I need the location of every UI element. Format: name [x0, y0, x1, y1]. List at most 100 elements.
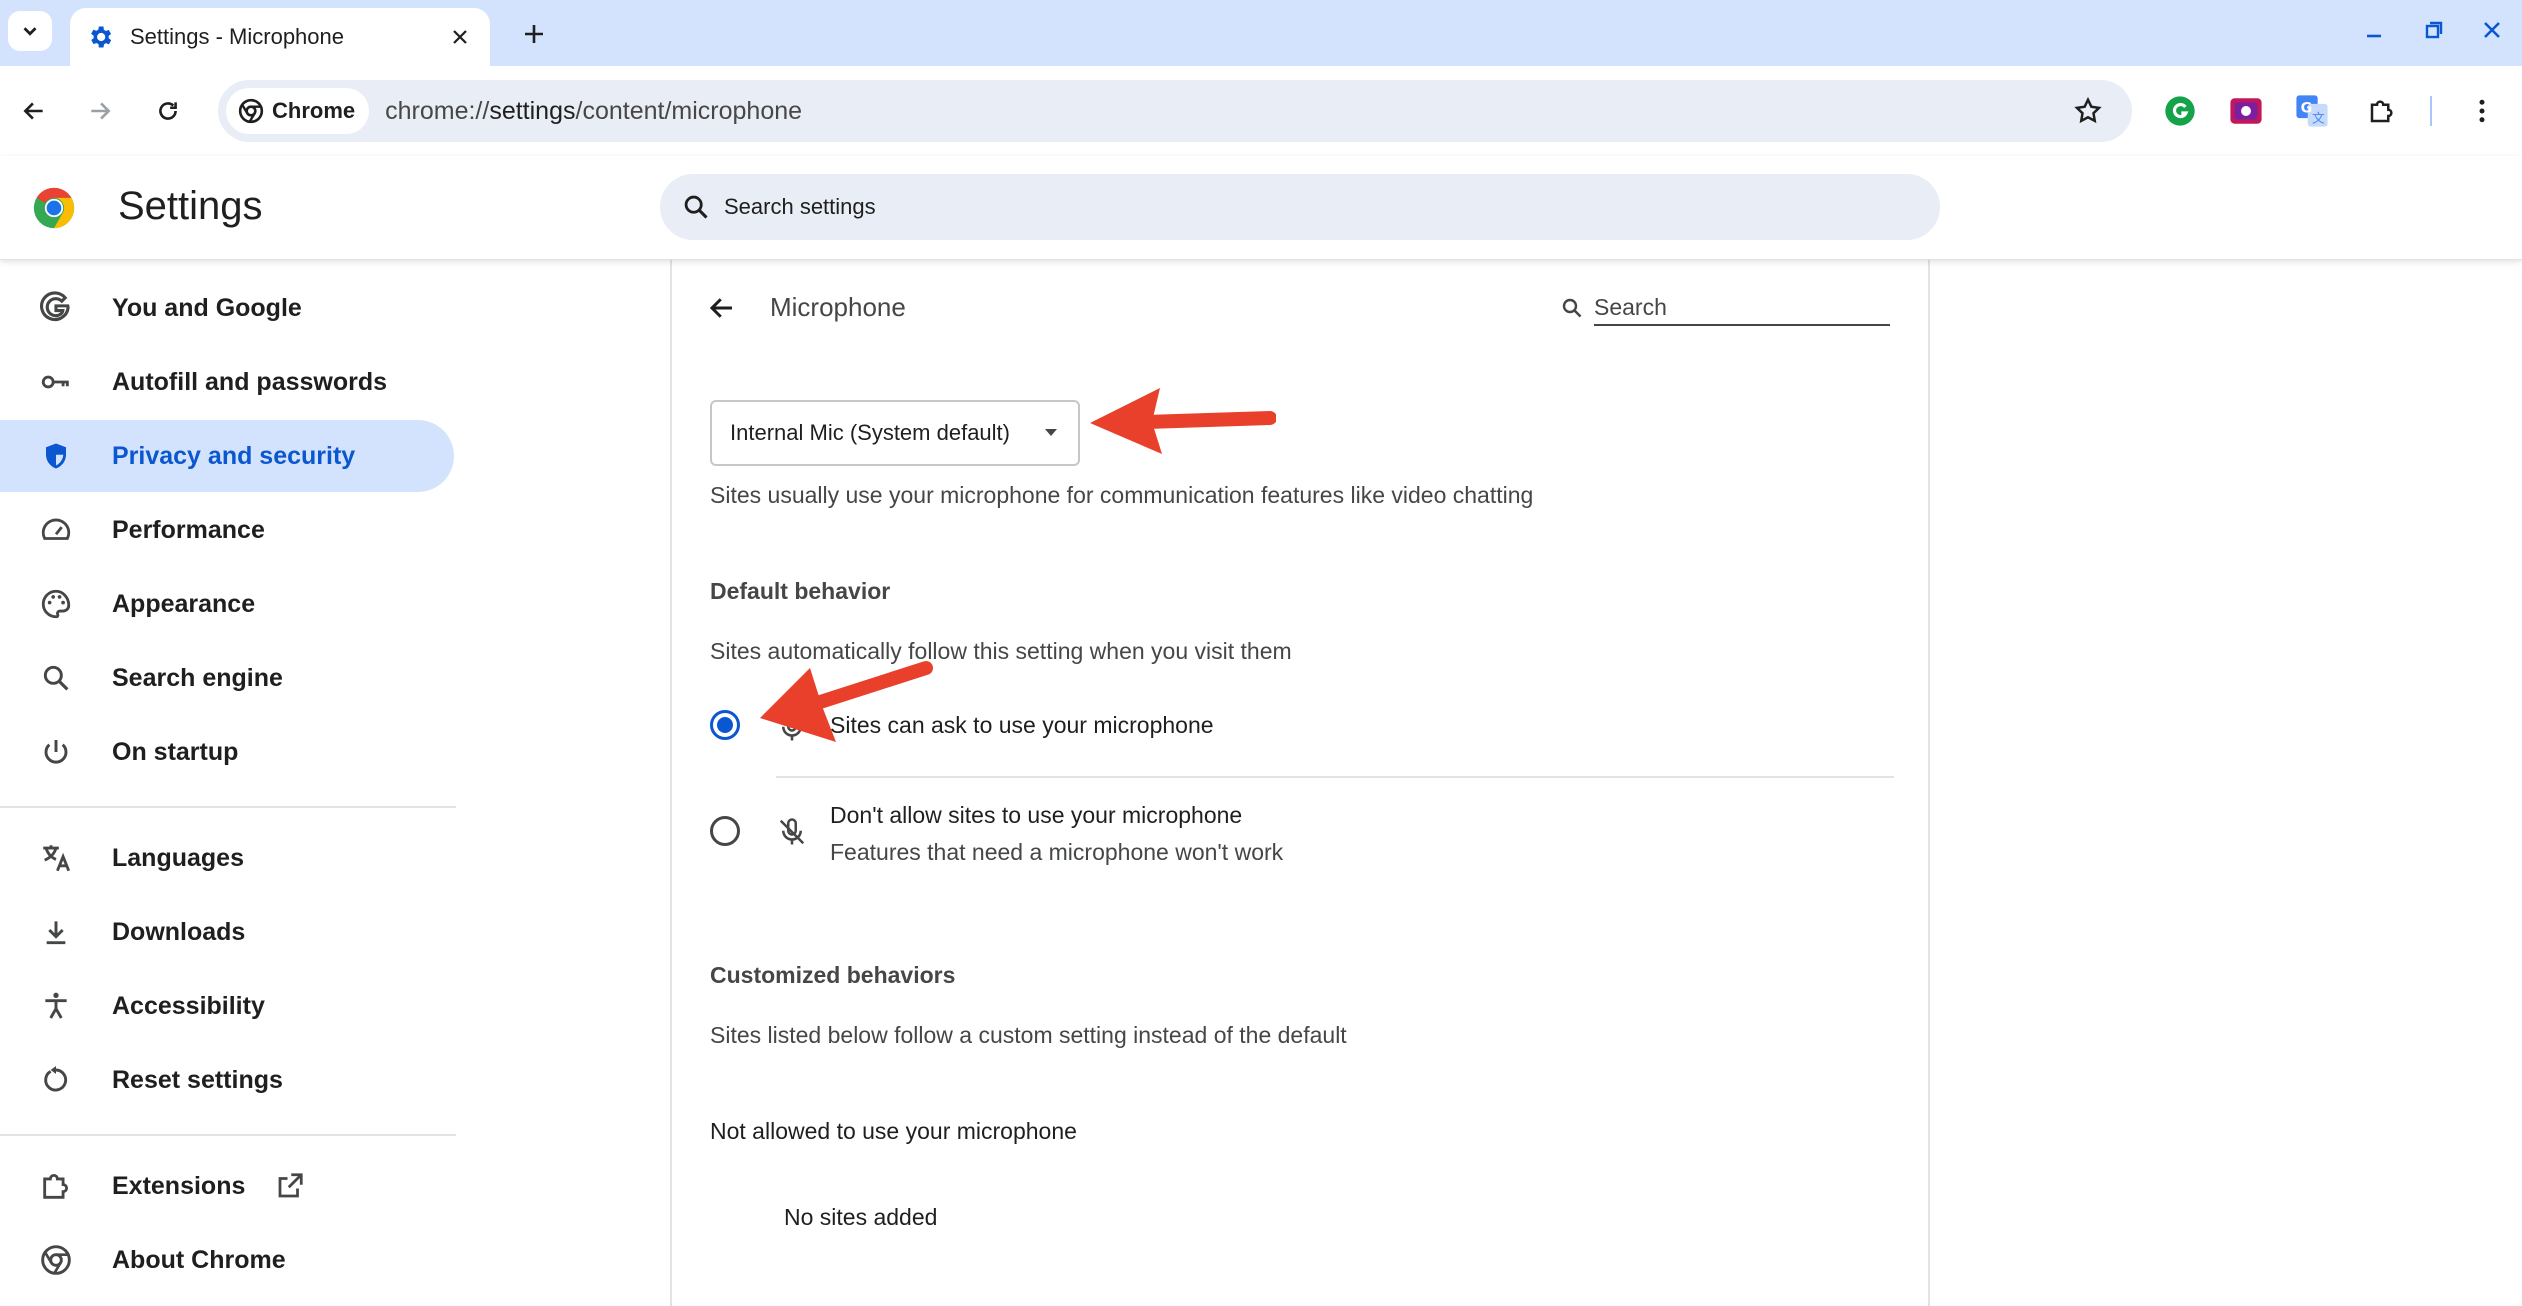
sidebar-item-extensions[interactable]: Extensions [0, 1150, 454, 1222]
sidebar-item-you-and-google[interactable]: You and Google [0, 272, 454, 344]
page-title: Microphone [770, 292, 906, 322]
sidebar-item-label: Languages [112, 843, 244, 872]
sidebar-item-reset-settings[interactable]: Reset settings [0, 1044, 454, 1116]
reload-icon [159, 102, 177, 120]
radio-allow-ask[interactable] [710, 710, 740, 740]
extensions-menu-button[interactable] [2362, 91, 2402, 131]
search-settings-box[interactable] [660, 174, 1940, 240]
sidebar-item-search-engine[interactable]: Search engine [0, 642, 454, 714]
sidebar-item-label: Extensions [112, 1171, 246, 1200]
sidebar-item-accessibility[interactable]: Accessibility [0, 970, 454, 1042]
tab-search-button[interactable] [8, 11, 52, 51]
back-button[interactable] [14, 91, 54, 131]
arrow-left-icon [23, 102, 43, 120]
close-icon [453, 30, 467, 44]
extensions-icon [36, 1166, 76, 1206]
sidebar-item-privacy[interactable]: Privacy and security [0, 420, 454, 492]
sidebar-item-label: Autofill and passwords [112, 367, 388, 396]
tab-title: Settings - Microphone [130, 24, 344, 49]
customized-behaviors-heading: Customized behaviors [710, 962, 956, 988]
gear-icon [91, 26, 112, 48]
reset-icon [36, 1060, 76, 1100]
option-divider [776, 776, 1894, 778]
google-translate-extension[interactable]: G文 [2292, 91, 2332, 131]
sidebar-item-label: About Chrome [112, 1245, 286, 1274]
annotation-arrow-dropdown [1090, 388, 1276, 454]
search-settings-input[interactable] [724, 194, 1824, 220]
sidebar-item-label: Performance [112, 515, 265, 544]
accessibility-icon [36, 986, 76, 1026]
option-block[interactable]: Don't allow sites to use your microphone… [710, 802, 1890, 866]
url-host: settings [489, 96, 576, 125]
forward-button[interactable] [80, 91, 120, 131]
sidebar-divider [0, 806, 456, 808]
chevron-down-icon [23, 27, 37, 36]
sidebar-item-label: Downloads [112, 917, 246, 946]
screen-recorder-icon [2230, 98, 2262, 124]
url-text[interactable]: chrome://settings/content/microphone [385, 97, 2068, 126]
option-sublabel: Features that need a microphone won't wo… [830, 839, 1284, 865]
chrome-icon [238, 98, 264, 124]
search-icon [1562, 298, 1582, 318]
sidebar-item-label: You and Google [112, 293, 302, 322]
extensions-puzzle-icon [2370, 100, 2393, 123]
search-icon [36, 658, 76, 698]
settings-title: Settings [118, 184, 263, 228]
sidebar-item-languages[interactable]: Languages [0, 822, 454, 894]
active-tab[interactable]: Settings - Microphone [70, 8, 490, 66]
google-translate-icon: G文 [2296, 95, 2328, 127]
reload-button[interactable] [148, 91, 188, 131]
chrome-menu-button[interactable] [2462, 91, 2502, 131]
more-vertical-icon [2479, 99, 2485, 123]
google-g-icon [36, 288, 76, 328]
svg-text:G: G [2301, 100, 2313, 116]
restore-icon [2425, 21, 2443, 39]
settings-header: Settings [0, 156, 2522, 260]
screen-recorder-extension[interactable] [2226, 91, 2266, 131]
site-search[interactable]: Search [1560, 286, 1896, 330]
key-icon [36, 362, 76, 402]
caret-down-icon [1045, 429, 1057, 436]
sidebar-item-on-startup[interactable]: On startup [0, 716, 454, 788]
url-path: /content/microphone [575, 96, 803, 125]
new-tab-button[interactable] [514, 14, 554, 54]
sidebar-item-autofill[interactable]: Autofill and passwords [0, 346, 454, 418]
site-info-chip[interactable]: Chrome [226, 88, 370, 134]
speedometer-icon [36, 510, 76, 550]
customized-behaviors-description: Sites listed below follow a custom setti… [710, 1022, 1347, 1048]
translate-icon [36, 838, 76, 878]
close-window-button[interactable] [2472, 12, 2512, 48]
back-to-site-settings-button[interactable] [700, 286, 744, 330]
arrow-left-icon [709, 298, 732, 318]
star-icon [2074, 96, 2102, 124]
address-bar[interactable]: Chrome chrome://settings/content/microph… [218, 80, 2132, 142]
sidebar-item-about-chrome[interactable]: About Chrome [0, 1224, 454, 1296]
settings-sidebar: You and Google Autofill and passwords Pr… [0, 260, 460, 1306]
restore-button[interactable] [2414, 12, 2454, 48]
open-in-new-icon [279, 1173, 303, 1198]
chrome-icon [36, 1240, 76, 1280]
device-description: Sites usually use your microphone for co… [710, 482, 1534, 508]
microphone-off-icon [774, 814, 810, 850]
not-allowed-heading: Not allowed to use your microphone [710, 1118, 1077, 1144]
site-search-input[interactable]: Search [1594, 290, 1890, 326]
radio-block[interactable] [710, 816, 740, 846]
arrow-right-icon [91, 102, 111, 120]
microphone-settings-card: Microphone Search Internal Mic (System d… [670, 260, 1930, 1306]
grammarly-extension[interactable] [2160, 91, 2200, 131]
sidebar-item-appearance[interactable]: Appearance [0, 568, 454, 640]
sidebar-item-downloads[interactable]: Downloads [0, 896, 454, 968]
bookmark-star-button[interactable] [2068, 91, 2108, 131]
minimize-icon [2367, 34, 2381, 38]
svg-text:文: 文 [2312, 111, 2325, 126]
tab-close-button[interactable] [446, 23, 474, 51]
option-label: Don't allow sites to use your microphone [830, 802, 1243, 828]
download-icon [36, 912, 76, 952]
sidebar-item-performance[interactable]: Performance [0, 494, 454, 566]
no-sites-added: No sites added [784, 1204, 938, 1230]
close-icon [2484, 22, 2500, 38]
microphone-device-select[interactable]: Internal Mic (System default) [710, 400, 1080, 466]
plus-icon [525, 25, 543, 43]
chrome-logo-icon [33, 187, 75, 229]
minimize-button[interactable] [2354, 12, 2394, 48]
